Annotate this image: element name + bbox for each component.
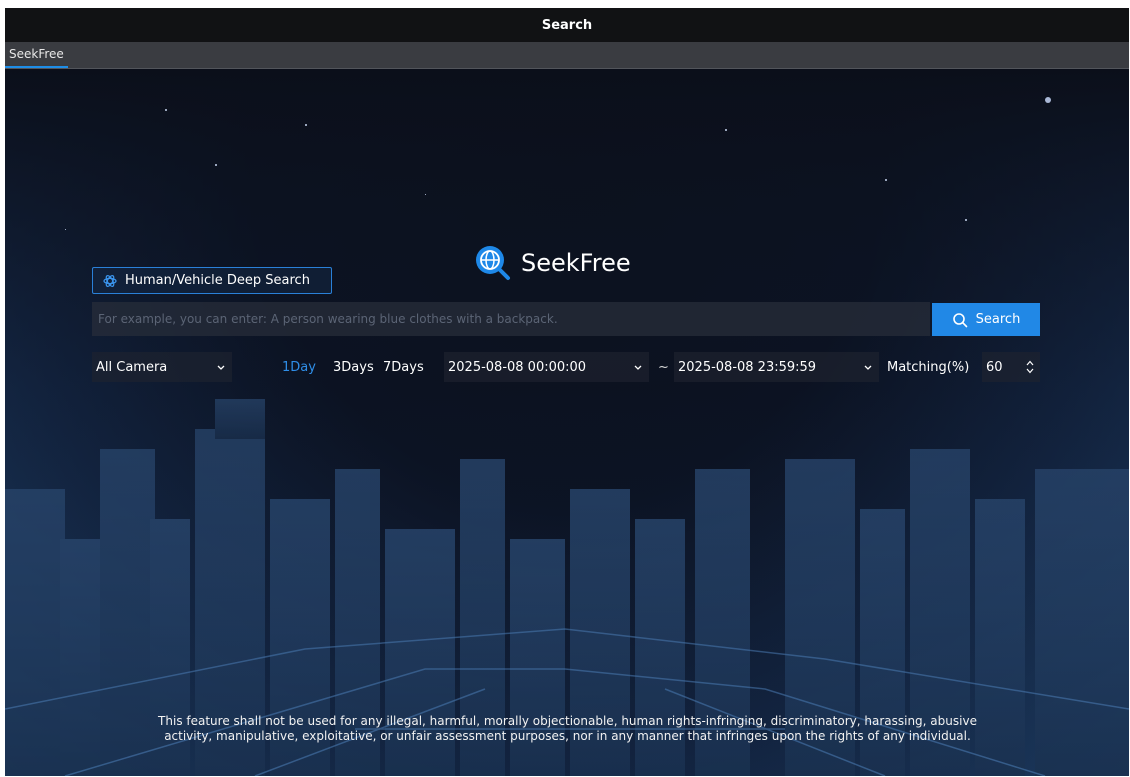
star (425, 194, 426, 195)
deep-search-label: Human/Vehicle Deep Search (125, 273, 310, 288)
city-background-image (5, 69, 1129, 776)
start-time-value: 2025-08-08 00:00:00 (448, 359, 587, 375)
period-3days[interactable]: 3Days (333, 352, 374, 382)
search-stage: SeekFree Human/Vehicle Deep Search Searc… (5, 69, 1129, 776)
chevron-up-icon[interactable] (1026, 360, 1034, 366)
star (965, 219, 967, 221)
period-1day[interactable]: 1Day (282, 352, 316, 382)
search-window: Search SeekFree SeekFree Human/Vehicle D… (5, 8, 1129, 776)
period-7days[interactable]: 7Days (383, 352, 424, 382)
search-bar: Search (92, 302, 1040, 336)
search-button[interactable]: Search (932, 303, 1040, 336)
matching-stepper[interactable]: 60 (982, 352, 1040, 382)
tab-bar: SeekFree (5, 42, 1129, 69)
end-time-select[interactable]: 2025-08-08 23:59:59 (674, 352, 879, 382)
start-time-select[interactable]: 2025-08-08 00:00:00 (444, 352, 649, 382)
globe-search-icon (476, 246, 510, 280)
search-icon (952, 312, 967, 327)
seekfree-logo: SeekFree (473, 243, 631, 283)
atom-icon (103, 274, 117, 287)
chevron-down-icon (864, 365, 872, 370)
filter-row: All Camera 1Day 3Days 7Days 2025-08-08 0… (92, 352, 1040, 382)
star (305, 124, 307, 126)
star (215, 164, 217, 166)
time-range-separator: ~ (658, 359, 669, 375)
chevron-down-icon (217, 365, 225, 370)
brand-name: SeekFree (521, 249, 631, 277)
end-time-value: 2025-08-08 23:59:59 (678, 359, 817, 375)
star (1045, 97, 1051, 103)
star (165, 109, 167, 111)
human-vehicle-deep-search-button[interactable]: Human/Vehicle Deep Search (92, 267, 332, 294)
camera-select[interactable]: All Camera (92, 352, 232, 382)
chevron-down-icon[interactable] (1026, 368, 1034, 374)
stepper-arrows (1026, 360, 1034, 374)
usage-disclaimer: This feature shall not be used for any i… (158, 714, 977, 743)
star (65, 229, 66, 230)
chevron-down-icon (634, 365, 642, 370)
tab-seekfree[interactable]: SeekFree (5, 42, 68, 68)
window-title: Search (5, 8, 1129, 42)
search-button-label: Search (975, 312, 1021, 327)
star (725, 129, 727, 131)
star (885, 179, 887, 181)
matching-value: 60 (986, 359, 1003, 375)
matching-label: Matching(%) (887, 359, 970, 375)
camera-select-value: All Camera (96, 359, 168, 375)
search-input[interactable] (92, 302, 930, 336)
